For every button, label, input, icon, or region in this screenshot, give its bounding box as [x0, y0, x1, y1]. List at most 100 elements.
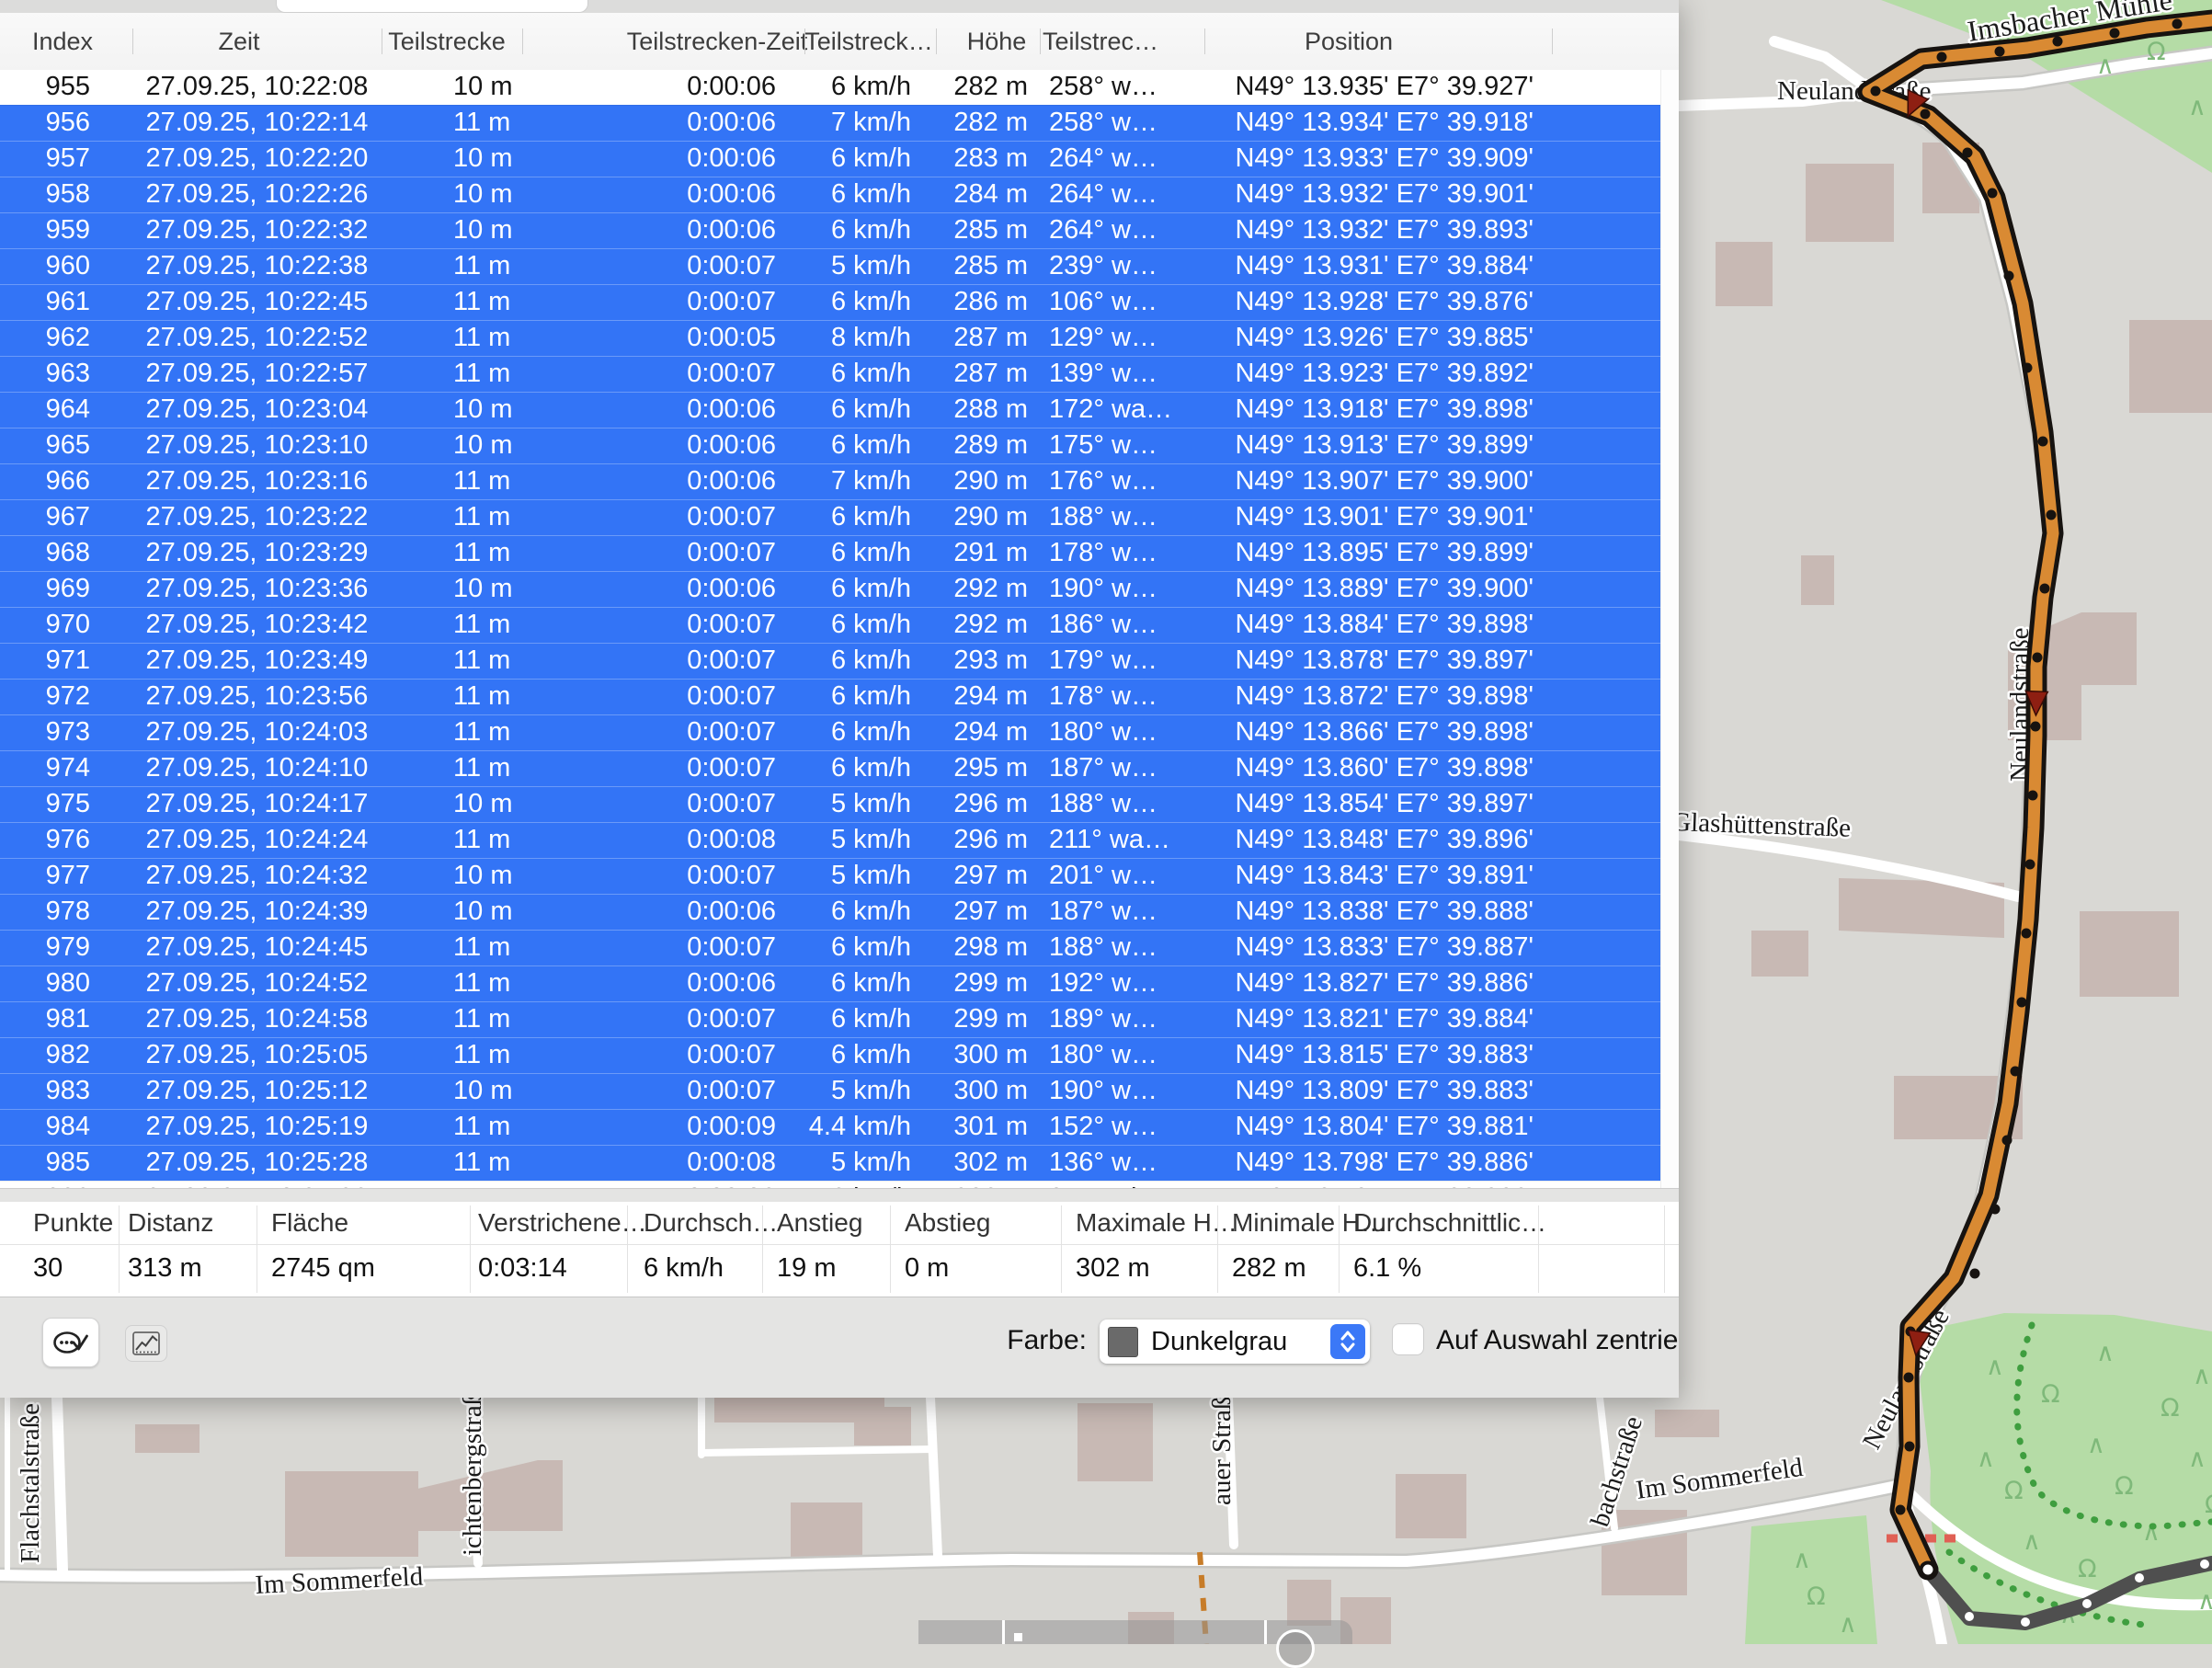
column-header-position[interactable]: Position	[1305, 13, 1393, 70]
table-row[interactable]: 95927.09.25, 10:22:3210 m0:00:066 km/h28…	[0, 212, 1660, 248]
svg-text:∧: ∧	[2023, 1527, 2041, 1556]
cell-geschwindigkeit: 5 km/h	[804, 787, 936, 822]
cell-geschwindigkeit: 6 km/h	[804, 177, 936, 212]
cell-richtung: 211° wa…	[1040, 823, 1204, 858]
cell-teilstrecke: 11 m	[382, 1038, 522, 1073]
cell-position: N49° 13.843' E7° 39.891'	[1204, 859, 1552, 894]
cell-zeit: 27.09.25, 10:22:26	[132, 177, 382, 212]
cell-position: N49° 13.854' E7° 39.897'	[1204, 787, 1552, 822]
column-header-index[interactable]: Index	[32, 13, 93, 70]
table-scrollbar-track[interactable]	[1660, 70, 1679, 1188]
cell-index: 965	[0, 428, 90, 463]
table-row[interactable]: 95727.09.25, 10:22:2010 m0:00:066 km/h28…	[0, 141, 1660, 177]
table-row[interactable]: 96827.09.25, 10:23:2911 m0:00:076 km/h29…	[0, 535, 1660, 571]
table-row[interactable]: 98127.09.25, 10:24:5811 m0:00:076 km/h29…	[0, 1001, 1660, 1037]
cell-teilstrecken_zeit: 0:00:08	[522, 823, 804, 858]
cell-teilstrecken_zeit: 0:00:07	[522, 357, 804, 392]
column-header-richtung[interactable]: Teilstrec…	[1043, 13, 1158, 70]
cell-teilstrecken_zeit: 0:00:07	[522, 500, 804, 535]
track-points-button[interactable]	[42, 1318, 99, 1367]
cell-teilstrecken_zeit: 0:00:05	[522, 321, 804, 356]
table-row[interactable]: 95527.09.25, 10:22:0810 m0:00:066 km/h28…	[0, 70, 1660, 105]
cell-zeit: 27.09.25, 10:24:17	[132, 787, 382, 822]
cell-position: N49° 13.935' E7° 39.927'	[1204, 70, 1552, 105]
cell-geschwindigkeit: 6 km/h	[804, 428, 936, 463]
table-row[interactable]: 96127.09.25, 10:22:4511 m0:00:076 km/h28…	[0, 284, 1660, 320]
cell-teilstrecken_zeit: 0:00:07	[522, 859, 804, 894]
summary-label: Verstrichene…	[478, 1202, 647, 1244]
cell-geschwindigkeit: 5 km/h	[804, 859, 936, 894]
column-header-geschwindigkeit[interactable]: Teilstreck…	[804, 13, 933, 70]
table-row[interactable]: 98327.09.25, 10:25:1210 m0:00:075 km/h30…	[0, 1073, 1660, 1109]
cell-zeit: 27.09.25, 10:22:38	[132, 249, 382, 284]
svg-text:∧: ∧	[2087, 1431, 2105, 1459]
cell-hoehe: 302 m	[936, 1146, 1040, 1181]
column-header-hoehe[interactable]: Höhe	[967, 13, 1027, 70]
cell-richtung: 139° w…	[1040, 357, 1204, 392]
table-row[interactable]: 96027.09.25, 10:22:3811 m0:00:075 km/h28…	[0, 248, 1660, 284]
table-row[interactable]: 97727.09.25, 10:24:3210 m0:00:075 km/h29…	[0, 858, 1660, 894]
table-row[interactable]: 98527.09.25, 10:25:2811 m0:00:085 km/h30…	[0, 1145, 1660, 1181]
table-row[interactable]: 98227.09.25, 10:25:0511 m0:00:076 km/h30…	[0, 1037, 1660, 1073]
column-header-teilstrecke[interactable]: Teilstrecke	[388, 13, 506, 70]
cell-index: 981	[0, 1002, 90, 1037]
center-on-selection-checkbox[interactable]	[1392, 1323, 1424, 1355]
column-header-zeit[interactable]: Zeit	[218, 13, 259, 70]
cell-geschwindigkeit: 6 km/h	[804, 393, 936, 428]
table-row[interactable]: 97227.09.25, 10:23:5611 m0:00:076 km/h29…	[0, 679, 1660, 714]
table-row[interactable]: 95827.09.25, 10:22:2610 m0:00:066 km/h28…	[0, 177, 1660, 212]
cell-index: 957	[0, 142, 90, 177]
table-row[interactable]: 96927.09.25, 10:23:3610 m0:00:066 km/h29…	[0, 571, 1660, 607]
table-row[interactable]: 96527.09.25, 10:23:1010 m0:00:066 km/h28…	[0, 428, 1660, 463]
column-header-teilstrecken-zeit[interactable]: Teilstrecken-Zeit	[627, 13, 808, 70]
cell-hoehe: 294 m	[936, 680, 1040, 714]
cell-richtung: 201° w…	[1040, 859, 1204, 894]
table-row[interactable]: 96727.09.25, 10:23:2211 m0:00:076 km/h29…	[0, 499, 1660, 535]
table-row[interactable]: 98427.09.25, 10:25:1911 m0:00:094.4 km/h…	[0, 1109, 1660, 1145]
elevation-profile-button[interactable]	[125, 1325, 167, 1362]
cell-richtung: 136° w…	[1040, 1146, 1204, 1181]
cell-richtung: 188° w…	[1040, 931, 1204, 965]
cell-teilstrecken_zeit: 0:00:06	[522, 177, 804, 212]
svg-text:Ω: Ω	[1807, 1582, 1826, 1611]
table-row[interactable]: 95627.09.25, 10:22:1411 m0:00:067 km/h28…	[0, 105, 1660, 141]
table-row[interactable]: 96427.09.25, 10:23:0410 m0:00:066 km/h28…	[0, 392, 1660, 428]
cell-teilstrecke: 10 m	[382, 177, 522, 212]
table-row[interactable]: 97027.09.25, 10:23:4211 m0:00:076 km/h29…	[0, 607, 1660, 643]
svg-text:∧: ∧	[2096, 51, 2115, 80]
table-row[interactable]: 97527.09.25, 10:24:1710 m0:00:075 km/h29…	[0, 786, 1660, 822]
cell-position: N49° 13.860' E7° 39.898'	[1204, 751, 1552, 786]
cell-position: N49° 13.931' E7° 39.884'	[1204, 249, 1552, 284]
cell-teilstrecke: 11 m	[382, 1002, 522, 1037]
cell-teilstrecken_zeit: 0:00:07	[522, 1074, 804, 1109]
cell-teilstrecken_zeit: 0:00:06	[522, 464, 804, 499]
table-row[interactable]: 97327.09.25, 10:24:0311 m0:00:076 km/h29…	[0, 714, 1660, 750]
cell-position: N49° 13.798' E7° 39.886'	[1204, 1146, 1552, 1181]
table-row[interactable]: 96227.09.25, 10:22:5211 m0:00:058 km/h28…	[0, 320, 1660, 356]
cell-geschwindigkeit: 6 km/h	[804, 644, 936, 679]
table-row[interactable]: 97427.09.25, 10:24:1011 m0:00:076 km/h29…	[0, 750, 1660, 786]
table-row[interactable]: 96627.09.25, 10:23:1611 m0:00:067 km/h29…	[0, 463, 1660, 499]
cell-richtung: 190° w…	[1040, 572, 1204, 607]
cell-geschwindigkeit: 8 km/h	[804, 321, 936, 356]
table-row[interactable]: 97927.09.25, 10:24:4511 m0:00:076 km/h29…	[0, 930, 1660, 965]
cell-hoehe: 283 m	[936, 142, 1040, 177]
table-row[interactable]: 97127.09.25, 10:23:4911 m0:00:076 km/h29…	[0, 643, 1660, 679]
summary-label: Fläche	[271, 1202, 348, 1244]
cell-teilstrecken_zeit: 0:00:07	[522, 536, 804, 571]
summary-value: 30	[33, 1245, 63, 1297]
cell-teilstrecke: 11 m	[382, 608, 522, 643]
cell-position: N49° 13.889' E7° 39.900'	[1204, 572, 1552, 607]
table-row[interactable]: 97627.09.25, 10:24:2411 m0:00:085 km/h29…	[0, 822, 1660, 858]
cell-hoehe: 297 m	[936, 859, 1040, 894]
cell-teilstrecke: 11 m	[382, 285, 522, 320]
track-table-body[interactable]: 95527.09.25, 10:22:0810 m0:00:066 km/h28…	[0, 70, 1660, 1188]
cell-position: N49° 13.926' E7° 39.885'	[1204, 321, 1552, 356]
cell-position: N49° 13.809' E7° 39.883'	[1204, 1074, 1552, 1109]
table-row[interactable]: 97827.09.25, 10:24:3910 m0:00:066 km/h29…	[0, 894, 1660, 930]
table-row[interactable]: 96327.09.25, 10:22:5711 m0:00:076 km/h28…	[0, 356, 1660, 392]
table-row[interactable]: 98027.09.25, 10:24:5211 m0:00:066 km/h29…	[0, 965, 1660, 1001]
color-popup-button[interactable]: Dunkelgrau	[1100, 1320, 1370, 1364]
summary-label: Durchsch…	[644, 1202, 778, 1244]
cell-zeit: 27.09.25, 10:22:52	[132, 321, 382, 356]
